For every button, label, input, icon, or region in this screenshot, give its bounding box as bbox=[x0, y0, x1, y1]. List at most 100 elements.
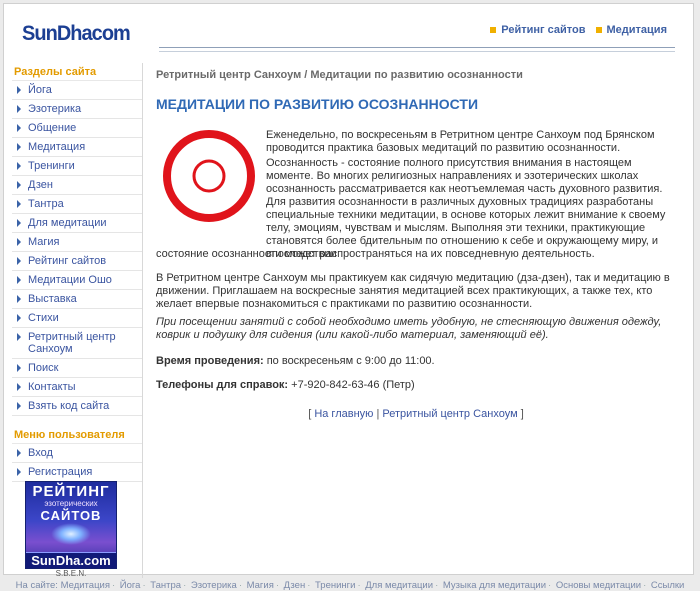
arrow-right-icon bbox=[17, 295, 21, 303]
footer-separator: · bbox=[142, 580, 146, 591]
footer-link[interactable]: Медитация bbox=[61, 580, 110, 591]
arrow-right-icon bbox=[17, 181, 21, 189]
register-link[interactable]: Регистрация bbox=[28, 466, 92, 478]
arrow-right-icon bbox=[17, 402, 21, 410]
requirements-note: При посещении занятий с собой необходимо… bbox=[156, 316, 662, 341]
sidebar-item[interactable]: Общение bbox=[12, 119, 142, 138]
sidebar-item[interactable]: Эзотерика bbox=[12, 100, 142, 119]
footer-separator: · bbox=[275, 580, 280, 591]
sidebar-item[interactable]: Выставка bbox=[12, 290, 142, 309]
footer-separator: · bbox=[111, 580, 116, 591]
square-bullet-icon bbox=[595, 27, 602, 33]
sidebar-item-link[interactable]: Контакты bbox=[28, 381, 76, 393]
sidebar-item-link[interactable]: Стихи bbox=[28, 312, 59, 324]
footer-prefix: На сайте: bbox=[15, 580, 58, 591]
breadcrumb: Ретритный центр Санхоум / Медитации по р… bbox=[156, 69, 523, 81]
sidebar-item[interactable]: Йога bbox=[12, 81, 142, 100]
sidebar-item-link[interactable]: Дзен bbox=[28, 179, 53, 191]
home-link[interactable]: На главную bbox=[314, 408, 373, 420]
arrow-right-icon bbox=[17, 333, 21, 341]
red-rings-logo-icon bbox=[163, 130, 255, 222]
sidebar-item-link[interactable]: Медитации Ошо bbox=[28, 274, 112, 286]
sidebar-item-link[interactable]: Тренинги bbox=[28, 160, 75, 172]
sidebar-user-title: Меню пользователя bbox=[12, 426, 142, 444]
footer-link[interactable]: Тренинги bbox=[315, 580, 355, 591]
square-bullet-icon bbox=[490, 27, 497, 33]
center-link[interactable]: Ретритный центр Санхоум bbox=[382, 408, 517, 420]
sidebar-item-link[interactable]: Ретритный центр Санхоум bbox=[28, 331, 116, 355]
sidebar-item[interactable]: Взять код сайта bbox=[12, 397, 142, 416]
banner-caption: S.B.E.N. bbox=[55, 569, 87, 578]
footer-separator: · bbox=[548, 580, 552, 591]
sidebar-item[interactable]: Для медитации bbox=[12, 214, 142, 233]
header-divider-secondary bbox=[159, 51, 675, 52]
arrow-right-icon bbox=[17, 314, 21, 322]
toplink-ratings-label: Рейтинг сайтов bbox=[501, 24, 586, 36]
toplink-ratings[interactable]: Рейтинг сайтов bbox=[490, 24, 586, 36]
sidebar-item[interactable]: Поиск bbox=[12, 359, 142, 378]
footer-link[interactable]: Для медитации bbox=[365, 580, 433, 591]
footer-link[interactable]: Эзотерика bbox=[191, 580, 237, 591]
footer-link[interactable]: Дзен bbox=[284, 580, 306, 591]
arrow-right-icon bbox=[17, 468, 21, 476]
arrow-right-icon bbox=[17, 86, 21, 94]
footer-link[interactable]: Магия bbox=[247, 580, 274, 591]
footer-link[interactable]: Тантра bbox=[150, 580, 181, 591]
sidebar-user-list: Вход Регистрация bbox=[12, 444, 142, 482]
sidebar-sections-list: Йога Эзотерика Общение Медитация Тренинг… bbox=[12, 81, 142, 416]
footer-link[interactable]: Йога bbox=[120, 580, 141, 591]
sidebar-item-link[interactable]: Тантра bbox=[28, 198, 64, 210]
sidebar-item[interactable]: Рейтинг сайтов bbox=[12, 252, 142, 271]
banner-subtitle: эзотерических bbox=[44, 499, 98, 508]
sidebar-item-link[interactable]: Взять код сайта bbox=[28, 400, 109, 412]
toplink-meditation[interactable]: Медитация bbox=[595, 24, 667, 36]
footer-link[interactable]: Основы медитации bbox=[556, 580, 641, 591]
arrow-right-icon bbox=[17, 238, 21, 246]
arrow-right-icon bbox=[17, 105, 21, 113]
sidebar-item-register[interactable]: Регистрация bbox=[12, 463, 142, 482]
sidebar-item-link[interactable]: Рейтинг сайтов bbox=[28, 255, 106, 267]
sidebar-item[interactable]: Дзен bbox=[12, 176, 142, 195]
arrow-right-icon bbox=[17, 200, 21, 208]
sidebar-item-link[interactable]: Общение bbox=[28, 122, 76, 134]
sidebar-item-link[interactable]: Эзотерика bbox=[28, 103, 81, 115]
sidebar-item[interactable]: Медитации Ошо bbox=[12, 271, 142, 290]
schedule-label: Время проведения: bbox=[156, 355, 264, 367]
arrow-right-icon bbox=[17, 219, 21, 227]
sidebar-item[interactable]: Тантра bbox=[12, 195, 142, 214]
sidebar-item[interactable]: Стихи bbox=[12, 309, 142, 328]
site-logo[interactable]: SunDhacom bbox=[22, 22, 131, 46]
sidebar-item-link[interactable]: Медитация bbox=[28, 141, 85, 153]
sidebar-item-link[interactable]: Выставка bbox=[28, 293, 77, 305]
awareness-paragraph: Осознанность - состояние полного присутс… bbox=[266, 157, 666, 260]
banner-domain: SunDha.com bbox=[26, 552, 116, 568]
footer-separator: · bbox=[643, 580, 647, 591]
arrow-right-icon bbox=[17, 257, 21, 265]
sidebar-item[interactable]: Ретритный центр Санхоум bbox=[12, 328, 142, 359]
rating-banner[interactable]: РЕЙТИНГ эзотерических САЙТОВ SunDha.com bbox=[25, 481, 117, 569]
phone-info: Телефоны для справок: +7-920-842-63-46 (… bbox=[156, 379, 676, 392]
sidebar-item[interactable]: Тренинги bbox=[12, 157, 142, 176]
arrow-right-icon bbox=[17, 162, 21, 170]
sidebar-item-login[interactable]: Вход bbox=[12, 444, 142, 463]
phone-value: +7-920-842-63-46 (Петр) bbox=[288, 379, 415, 391]
banner-sites: САЙТОВ bbox=[40, 508, 102, 523]
page-container: SunDhacom Рейтинг сайтов Медитация Разде… bbox=[3, 3, 694, 578]
footer-link[interactable]: Музыка для медитации bbox=[443, 580, 546, 591]
login-link[interactable]: Вход bbox=[28, 447, 53, 459]
sidebar-item[interactable]: Контакты bbox=[12, 378, 142, 397]
awareness-paragraph-end: состояние осознанности может распростран… bbox=[156, 248, 595, 260]
footer-links: На сайте: Медитация · Йога · Тантра · Эзоте… bbox=[0, 580, 700, 591]
sidebar-item-link[interactable]: Йога bbox=[28, 84, 52, 96]
sidebar-item[interactable]: Медитация bbox=[12, 138, 142, 157]
arrow-right-icon bbox=[17, 449, 21, 457]
page-title: МЕДИТАЦИИ ПО РАЗВИТИЮ ОСОЗНАННОСТИ bbox=[156, 96, 479, 112]
banner-title: РЕЙТИНГ bbox=[32, 483, 110, 500]
footer-link[interactable]: Ссылки bbox=[651, 580, 684, 591]
sidebar-item-link[interactable]: Магия bbox=[28, 236, 60, 248]
sidebar-item-link[interactable]: Для медитации bbox=[28, 217, 107, 229]
sidebar-item[interactable]: Магия bbox=[12, 233, 142, 252]
arrow-right-icon bbox=[17, 124, 21, 132]
bottom-links: [ На главную | Ретритный центр Санхоум ] bbox=[308, 408, 524, 420]
sidebar-item-link[interactable]: Поиск bbox=[28, 362, 58, 374]
